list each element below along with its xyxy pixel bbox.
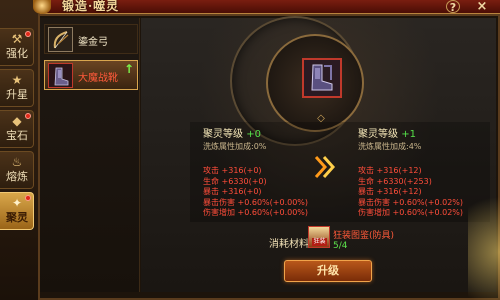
game-screen: 锻造·噬灵 ? × ⚒ 强化 ★ 升星 ◆ 宝石 ♨ 熔炼 ✦ 聚灵 鎏金弓 大… xyxy=(0,0,500,300)
boots-icon[interactable] xyxy=(302,58,342,98)
stat-attack: 攻击 +316(+0) xyxy=(203,166,262,175)
wash-bonus: 洗炼属性加成:0% xyxy=(203,142,267,151)
bow-icon xyxy=(48,27,73,52)
stat-attack: 攻击 +316(+12) xyxy=(358,166,422,175)
item-name: 鎏金弓 xyxy=(78,37,108,48)
material-count: 5/4 xyxy=(333,241,348,251)
cauldron-icon: ♨ xyxy=(11,155,23,169)
gem-icon: ◆ xyxy=(12,114,22,128)
spirit-icon: ✦ xyxy=(11,196,23,210)
notification-dot xyxy=(25,113,31,119)
level-label: 聚灵等级 +1 xyxy=(358,125,478,140)
tab-gem[interactable]: ◆ 宝石 xyxy=(0,110,34,148)
glow-decoration xyxy=(468,180,500,300)
level-label: 聚灵等级 +0 xyxy=(203,125,313,140)
stat-crit: 暴击 +316(+12) xyxy=(358,187,422,196)
upgrade-button[interactable]: 升级 xyxy=(284,260,372,282)
list-item-boots[interactable]: 大魔战靴 ↑ xyxy=(44,60,138,90)
material-icon-text: 狂装 xyxy=(312,238,327,246)
star-icon: ★ xyxy=(11,73,23,87)
list-item-bow[interactable]: 鎏金弓 xyxy=(44,24,138,54)
tab-label: 强化 xyxy=(6,47,28,60)
tab-strengthen[interactable]: ⚒ 强化 xyxy=(0,28,34,66)
notification-dot xyxy=(25,195,31,201)
material-name: 狂装图鉴(防具) xyxy=(333,231,395,241)
tab-label: 宝石 xyxy=(6,129,28,142)
side-tabs: ⚒ 强化 ★ 升星 ◆ 宝石 ♨ 熔炼 ✦ 聚灵 xyxy=(0,28,34,233)
window-title: 锻造·噬灵 xyxy=(62,0,120,13)
stat-crit: 暴击 +316(+0) xyxy=(203,187,262,196)
anvil-icon: ⚒ xyxy=(11,32,23,46)
tab-label: 升星 xyxy=(6,88,28,101)
crest-icon xyxy=(33,0,51,14)
tab-smelt[interactable]: ♨ 熔炼 xyxy=(0,151,34,189)
level-title: 聚灵等级 xyxy=(203,129,243,140)
tab-star-up[interactable]: ★ 升星 xyxy=(0,69,34,107)
stat-hp: 生命 +6330(+253) xyxy=(358,176,432,186)
boots-icon xyxy=(48,63,73,88)
stat-hp: 生命 +6330(+0) xyxy=(203,176,267,186)
wash-bonus: 洗炼属性加成:4% xyxy=(358,142,422,151)
notification-dot xyxy=(25,31,31,37)
stat-damage-increase: 伤害增加 +0.60%(+0.00%) xyxy=(203,208,309,217)
current-stats: 聚灵等级 +0 洗炼属性加成:0% 攻击 +316(+0) 生命 +6330(+… xyxy=(203,125,313,219)
tab-label: 熔炼 xyxy=(6,170,28,183)
item-name: 大魔战靴 xyxy=(78,73,118,84)
stat-crit-damage: 暴击伤害 +0.60%(+0.00%) xyxy=(203,197,309,207)
next-stats: 聚灵等级 +1 洗炼属性加成:4% 攻击 +316(+12) 生命 +6330(… xyxy=(358,125,478,219)
material-label: 消耗材料: xyxy=(269,239,313,250)
level-value: +1 xyxy=(401,129,416,140)
help-button[interactable]: ? xyxy=(446,0,460,14)
level-title: 聚灵等级 xyxy=(358,129,398,140)
close-button[interactable]: × xyxy=(474,0,490,14)
double-arrow-icon xyxy=(312,154,338,180)
material-book-icon[interactable]: 狂装 xyxy=(308,226,330,248)
stat-crit-damage: 暴击伤害 +0.60%(+0.02%) xyxy=(358,197,464,207)
stat-list: 攻击 +316(+0) 生命 +6330(+0) 暴击 +316(+0) 暴击伤… xyxy=(203,166,313,219)
tab-label: 聚灵 xyxy=(6,211,28,224)
level-value: +0 xyxy=(246,129,261,140)
stat-list: 攻击 +316(+12) 生命 +6330(+253) 暴击 +316(+12)… xyxy=(358,166,478,219)
equipment-list: 鎏金弓 大魔战靴 ↑ xyxy=(40,18,140,292)
upgrade-arrow-icon: ↑ xyxy=(123,62,134,76)
tab-spirit-gather[interactable]: ✦ 聚灵 xyxy=(0,192,34,230)
stat-damage-increase: 伤害增加 +0.60%(+0.02%) xyxy=(358,208,464,217)
